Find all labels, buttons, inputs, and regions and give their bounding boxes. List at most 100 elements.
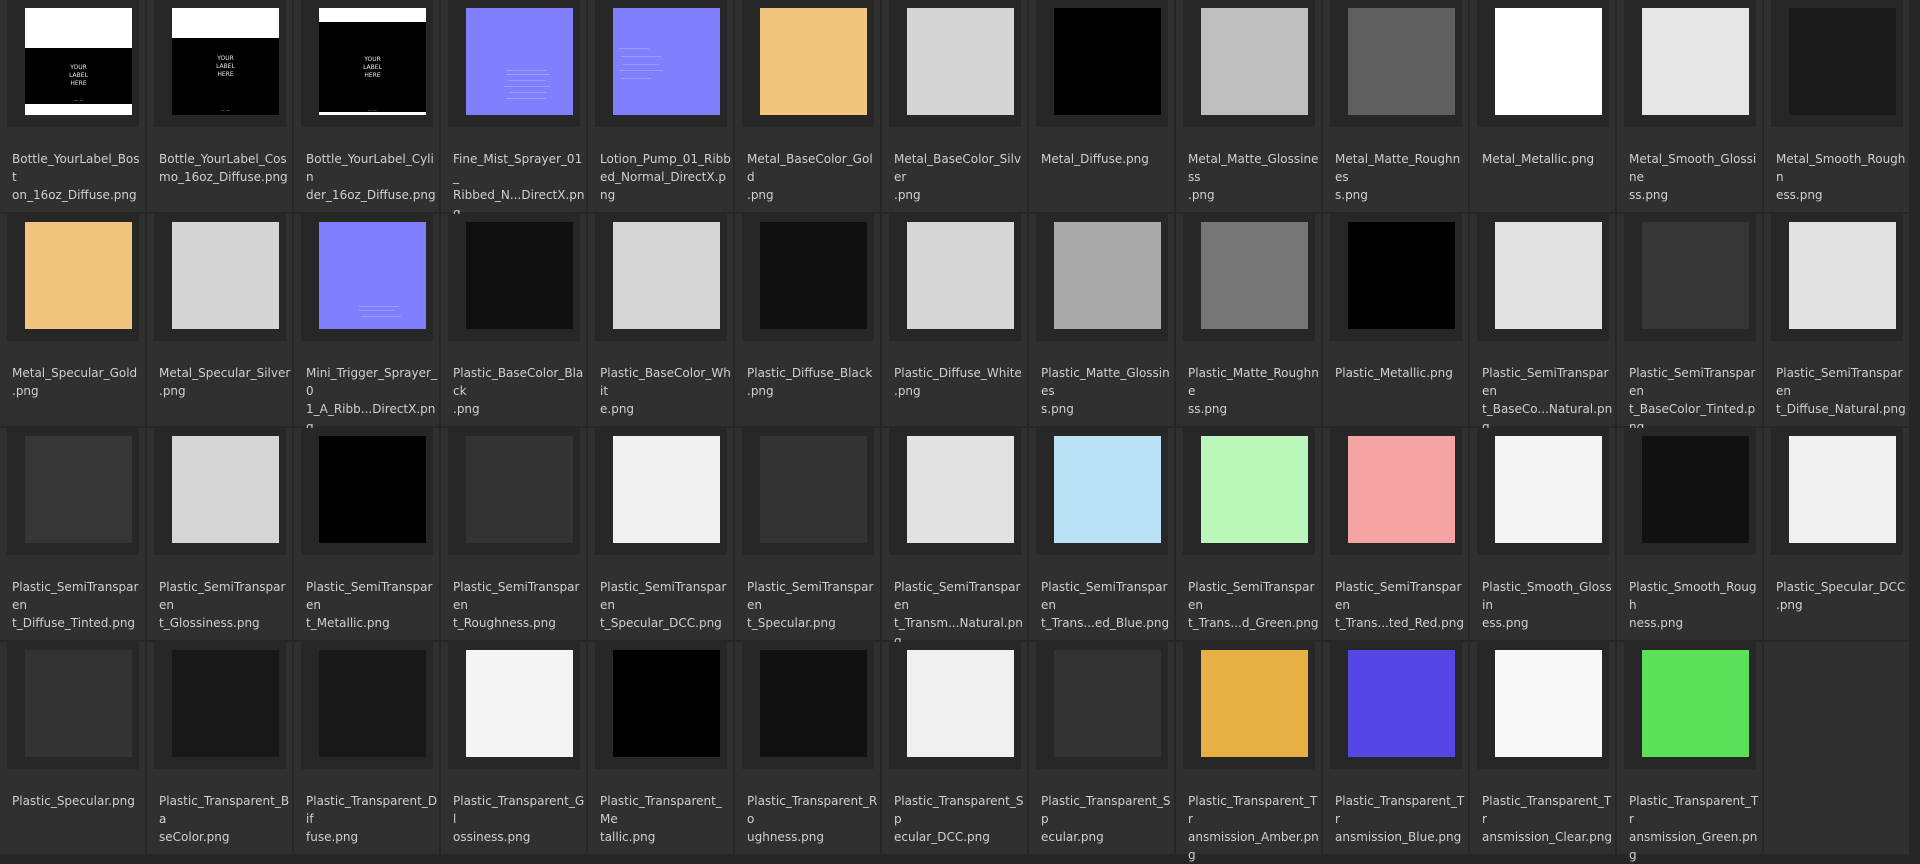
- texture-tile[interactable]: Plastic_Transparent_Gl ossiness.png: [441, 642, 586, 854]
- texture-tile[interactable]: Plastic_Specular_DCC .png: [1764, 428, 1909, 640]
- texture-filename: Plastic_SemiTransparen t_Trans...ted_Red…: [1335, 580, 1465, 630]
- texture-tile[interactable]: Metal_BaseColor_Gold .png: [735, 0, 880, 212]
- thumbnail-frame: [154, 214, 286, 341]
- texture-tile[interactable]: Plastic_Smooth_Glossin ess.png: [1470, 428, 1615, 640]
- texture-tile[interactable]: Plastic_Transparent_Dif fuse.png: [294, 642, 439, 854]
- texture-tile[interactable]: Plastic_Transparent_Ba seColor.png: [147, 642, 292, 854]
- normal-map-detail: [506, 74, 550, 75]
- texture-grid: YOUR LABEL HERE — — Bottle_YourLabel_Bost …: [0, 0, 1920, 862]
- texture-filename: Plastic_SemiTransparen t_Specular.png: [747, 580, 874, 630]
- texture-tile[interactable]: Plastic_Specular.png: [0, 642, 145, 854]
- texture-thumbnail: [1054, 8, 1161, 115]
- normal-map-detail: [506, 70, 546, 71]
- texture-filename: Plastic_SemiTransparen t_Specular_DCC.pn…: [600, 580, 727, 630]
- texture-filename: Plastic_Specular_DCC .png: [1776, 580, 1906, 612]
- texture-filename: Metal_Smooth_Glossine ss.png: [1629, 152, 1757, 202]
- texture-tile[interactable]: Plastic_Transparent_Tr ansmission_Amber.…: [1176, 642, 1321, 862]
- texture-tile[interactable]: Plastic_Transparent_Sp ecular.png: [1029, 642, 1174, 854]
- texture-tile[interactable]: Plastic_Diffuse_Black .png: [735, 214, 880, 426]
- texture-tile[interactable]: Plastic_Transparent_Tr ansmission_Green.…: [1617, 642, 1762, 862]
- normal-map-detail: [506, 98, 546, 99]
- texture-tile[interactable]: Plastic_Transparent_Me tallic.png: [588, 642, 733, 854]
- texture-thumbnail: [1201, 8, 1308, 115]
- texture-tile[interactable]: Plastic_SemiTransparen t_Trans...ted_Red…: [1323, 428, 1468, 640]
- label-fine-print: — —: [73, 98, 84, 103]
- texture-filename: Plastic_Transparent_Ro ughness.png: [747, 794, 878, 844]
- label-fine-print: — —: [367, 108, 378, 113]
- texture-tile[interactable]: YOUR LABEL HERE — — Bottle_YourLabel_Bost …: [0, 0, 145, 212]
- texture-tile[interactable]: Plastic_SemiTransparen t_Metallic.png: [294, 428, 439, 640]
- texture-tile[interactable]: Plastic_Transparent_Ro ughness.png: [735, 642, 880, 854]
- texture-tile[interactable]: Mini_Trigger_Sprayer_0 1_A_Ribb...Direct…: [294, 214, 439, 434]
- thumbnail-frame: [1624, 0, 1756, 127]
- texture-tile[interactable]: Plastic_SemiTransparen t_Diffuse_Natural…: [1764, 214, 1909, 426]
- texture-tile[interactable]: Plastic_Diffuse_White .png: [882, 214, 1027, 426]
- texture-thumbnail: [1348, 222, 1455, 329]
- thumbnail-frame: [448, 428, 580, 555]
- texture-thumbnail: [760, 8, 867, 115]
- thumbnail-frame: [889, 642, 1021, 769]
- texture-tile[interactable]: Plastic_SemiTransparen t_Trans...d_Green…: [1176, 428, 1321, 640]
- texture-tile[interactable]: Metal_BaseColor_Silver .png: [882, 0, 1027, 212]
- texture-tile[interactable]: Metal_Smooth_Glossine ss.png: [1617, 0, 1762, 212]
- texture-tile[interactable]: Plastic_SemiTransparen t_BaseColor_Tinte…: [1617, 214, 1762, 434]
- texture-thumbnail: [1642, 650, 1749, 757]
- thumbnail-frame: [1771, 0, 1903, 127]
- texture-tile[interactable]: Plastic_Matte_Roughne ss.png: [1176, 214, 1321, 426]
- texture-thumbnail: [613, 222, 720, 329]
- thumbnail-frame: [1330, 214, 1462, 341]
- texture-filename: Plastic_SemiTransparen t_Trans...ed_Blue…: [1041, 580, 1170, 630]
- texture-thumbnail: [319, 222, 426, 329]
- texture-thumbnail: YOUR LABEL HERE — —: [25, 8, 132, 115]
- texture-filename: Metal_Matte_Roughnes s.png: [1335, 152, 1461, 202]
- texture-filename: Metal_Smooth_Roughn ess.png: [1776, 152, 1906, 202]
- texture-filename: Plastic_Transparent_Tr ansmission_Blue.p…: [1335, 794, 1465, 844]
- texture-tile[interactable]: Plastic_SemiTransparen t_Diffuse_Tinted.…: [0, 428, 145, 640]
- texture-tile[interactable]: Metal_Specular_Gold .png: [0, 214, 145, 426]
- texture-tile[interactable]: Metal_Matte_Roughnes s.png: [1323, 0, 1468, 212]
- texture-tile[interactable]: Plastic_Transparent_Sp ecular_DCC.png: [882, 642, 1027, 854]
- texture-thumbnail: [1348, 650, 1455, 757]
- texture-tile[interactable]: Plastic_SemiTransparen t_BaseCo...Natura…: [1470, 214, 1615, 434]
- texture-thumbnail: [1642, 222, 1749, 329]
- texture-filename: Plastic_BaseColor_Black .png: [453, 366, 584, 416]
- label-fine-print: — —: [220, 108, 231, 113]
- texture-tile[interactable]: Metal_Specular_Silver .png: [147, 214, 292, 426]
- texture-tile[interactable]: Plastic_BaseColor_Whit e.png: [588, 214, 733, 426]
- normal-map-detail: [361, 316, 401, 317]
- texture-thumbnail: [760, 436, 867, 543]
- texture-tile[interactable]: Plastic_Metallic.png: [1323, 214, 1468, 426]
- texture-tile[interactable]: YOUR LABEL HERE — — Bottle_YourLabel_Cos m…: [147, 0, 292, 212]
- texture-tile[interactable]: Plastic_SemiTransparen t_Glossiness.png: [147, 428, 292, 640]
- texture-tile[interactable]: Metal_Metallic.png: [1470, 0, 1615, 212]
- texture-tile[interactable]: YOUR LABEL HERE — — Bottle_YourLabel_Cylin…: [294, 0, 439, 212]
- thumbnail-frame: [1477, 0, 1609, 127]
- texture-filename: Plastic_Transparent_Sp ecular_DCC.png: [894, 794, 1024, 844]
- texture-tile[interactable]: Plastic_BaseColor_Black .png: [441, 214, 586, 426]
- texture-tile[interactable]: Metal_Diffuse.png: [1029, 0, 1174, 212]
- texture-filename: Plastic_SemiTransparen t_Glossiness.png: [159, 580, 286, 630]
- texture-tile[interactable]: Lotion_Pump_01_Ribb ed_Normal_DirectX.pn…: [588, 0, 733, 212]
- texture-thumbnail: [172, 436, 279, 543]
- texture-tile[interactable]: Plastic_SemiTransparen t_Specular.png: [735, 428, 880, 640]
- texture-thumbnail: [613, 650, 720, 757]
- texture-tile[interactable]: Plastic_SemiTransparen t_Roughness.png: [441, 428, 586, 640]
- texture-filename: Plastic_SemiTransparen t_BaseColor_Tinte…: [1629, 366, 1756, 434]
- texture-tile[interactable]: Plastic_SemiTransparen t_Specular_DCC.pn…: [588, 428, 733, 640]
- texture-tile[interactable]: Plastic_Transparent_Tr ansmission_Blue.p…: [1323, 642, 1468, 854]
- texture-tile[interactable]: Plastic_Smooth_Rough ness.png: [1617, 428, 1762, 640]
- texture-tile[interactable]: Plastic_Transparent_Tr ansmission_Clear.…: [1470, 642, 1615, 854]
- texture-thumbnail: YOUR LABEL HERE — —: [172, 8, 279, 115]
- thumbnail-frame: [448, 214, 580, 341]
- texture-tile[interactable]: Metal_Matte_Glossiness .png: [1176, 0, 1321, 212]
- texture-tile[interactable]: Plastic_SemiTransparen t_Trans...ed_Blue…: [1029, 428, 1174, 640]
- texture-thumbnail: [613, 436, 720, 543]
- texture-tile[interactable]: Fine_Mist_Sprayer_01_ Ribbed_N...DirectX…: [441, 0, 586, 220]
- texture-filename: Plastic_Diffuse_White .png: [894, 366, 1022, 398]
- texture-tile[interactable]: Plastic_Matte_Glossines s.png: [1029, 214, 1174, 426]
- texture-filename: Plastic_BaseColor_Whit e.png: [600, 366, 731, 416]
- texture-thumbnail: [1348, 8, 1455, 115]
- thumbnail-frame: [1183, 642, 1315, 769]
- texture-tile[interactable]: Metal_Smooth_Roughn ess.png: [1764, 0, 1909, 212]
- texture-tile[interactable]: Plastic_SemiTransparen t_Transm...Natura…: [882, 428, 1027, 648]
